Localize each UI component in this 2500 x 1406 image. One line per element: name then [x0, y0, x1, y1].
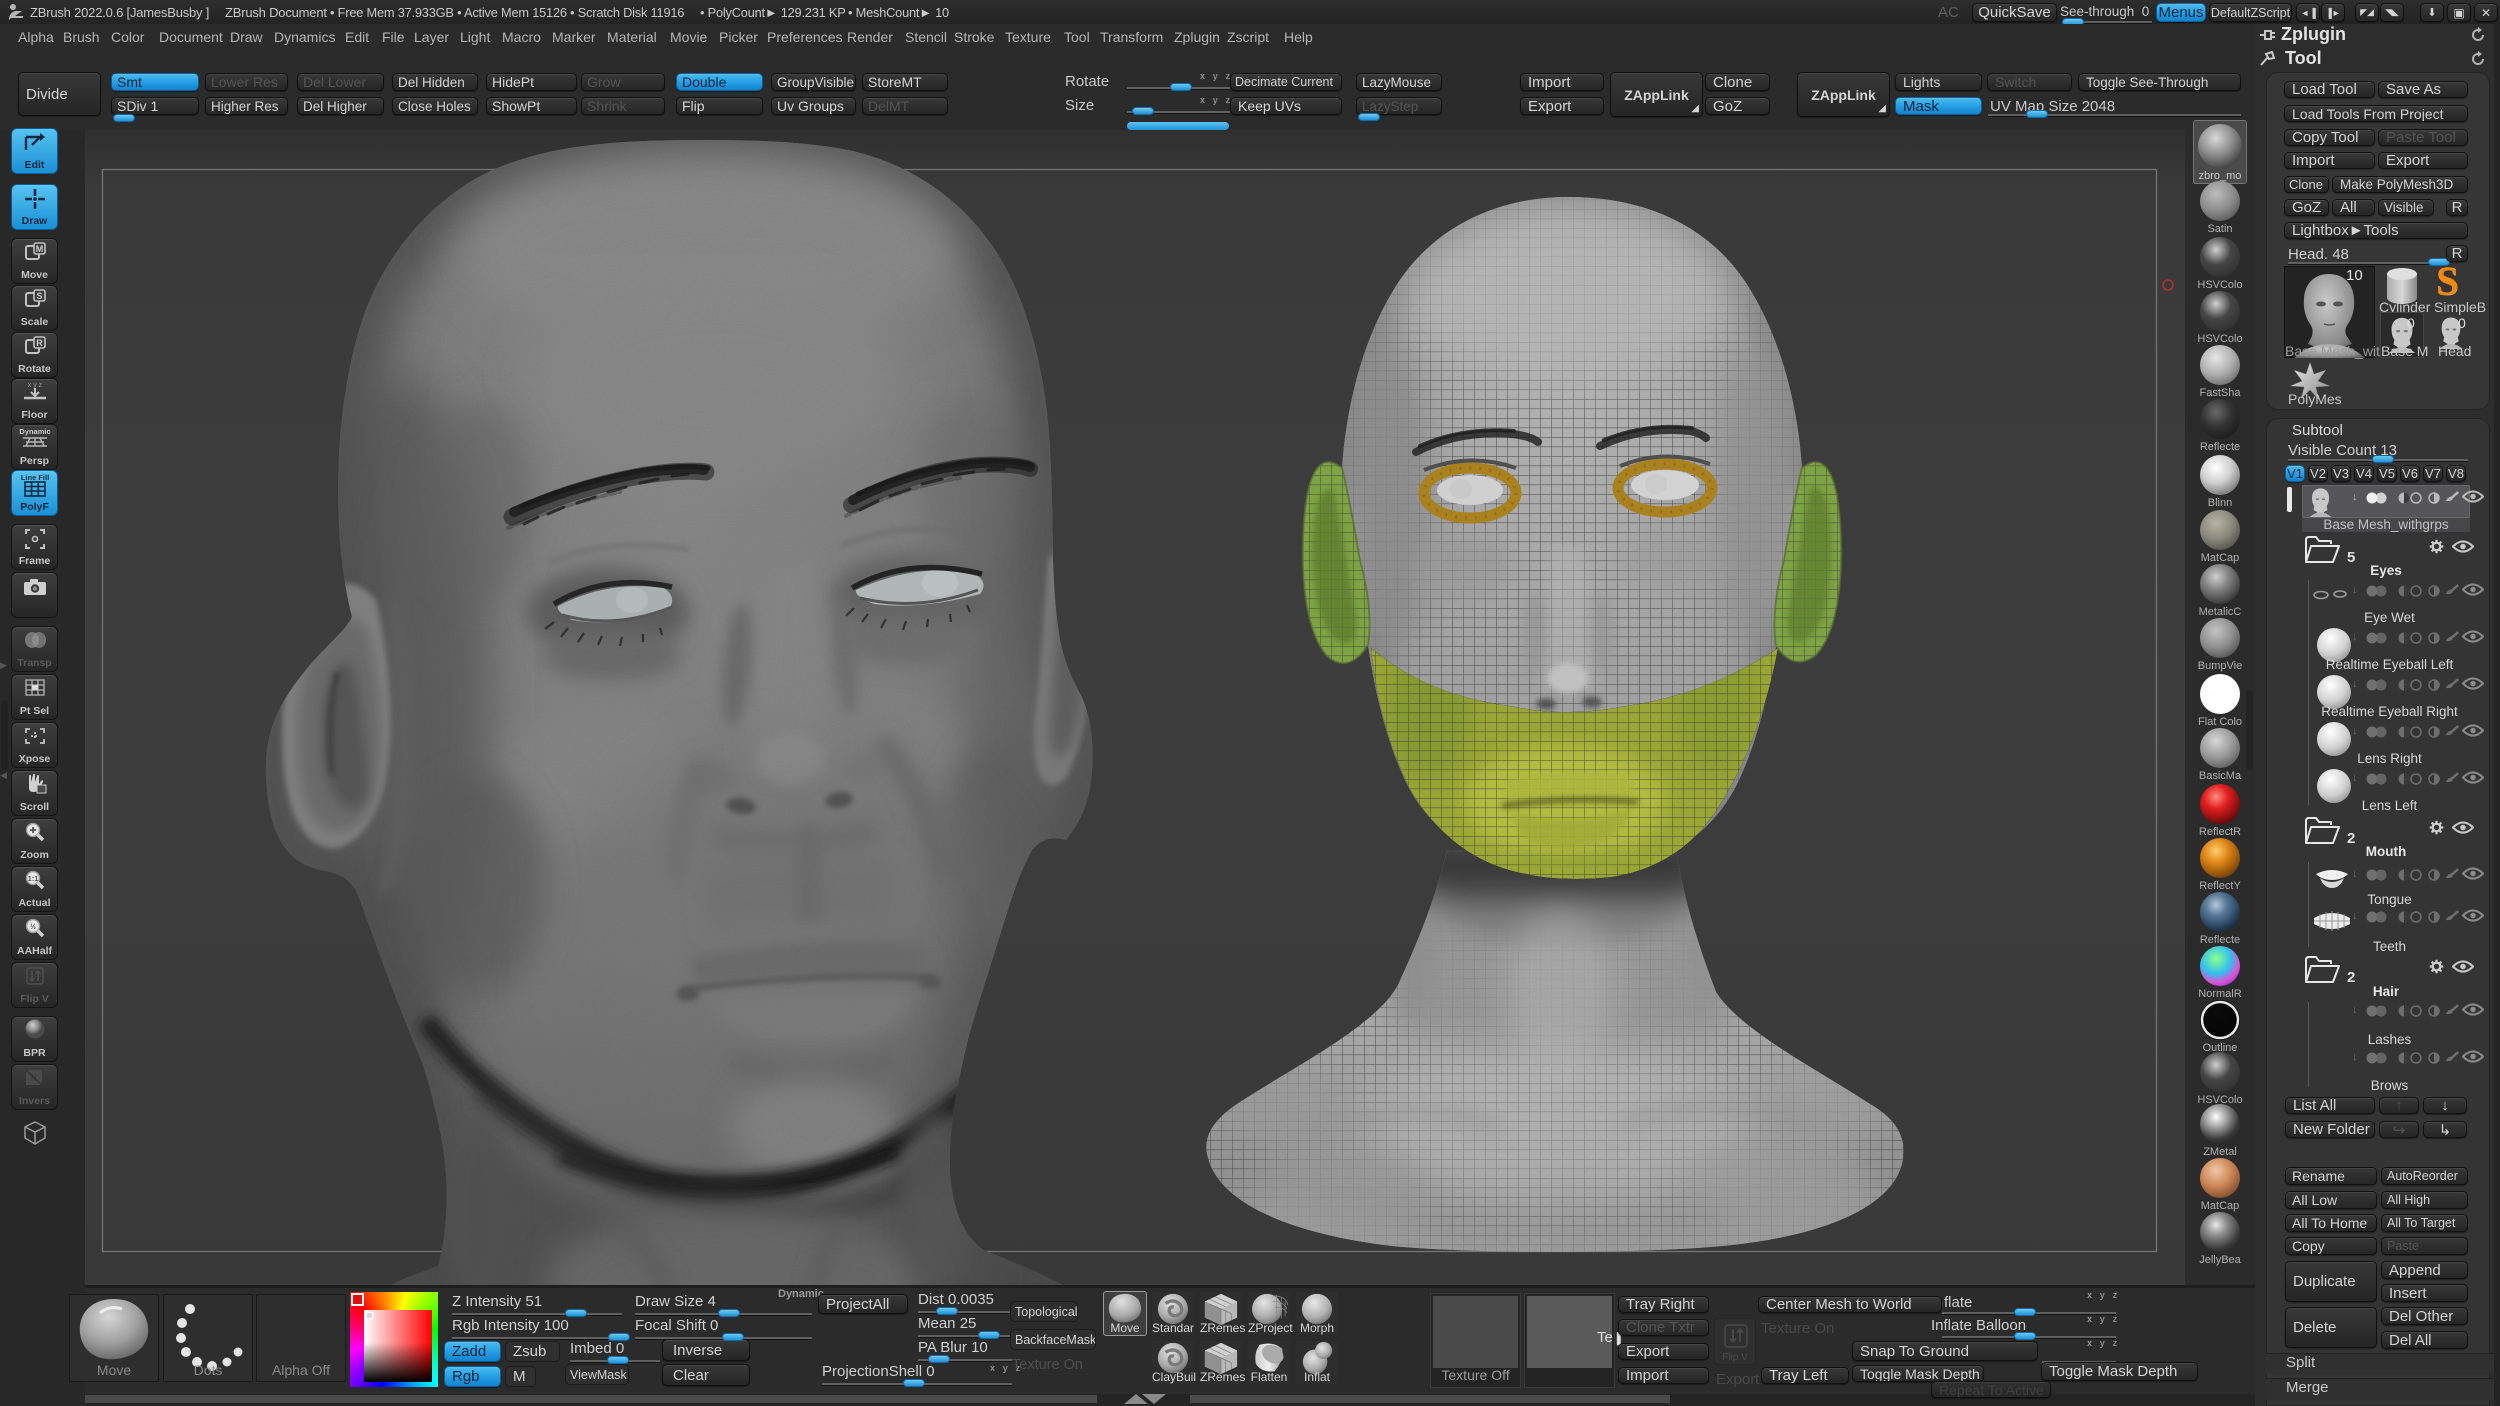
svg-text:N: N	[31, 1074, 37, 1083]
svg-text:Line Fill: Line Fill	[20, 473, 48, 482]
svg-text:M: M	[35, 244, 43, 254]
svg-text:x y z: x y z	[27, 382, 42, 389]
svg-text:R: R	[36, 338, 43, 348]
svg-text:Dynamic: Dynamic	[19, 427, 50, 436]
svg-text:S: S	[36, 291, 42, 301]
svg-text:1:1: 1:1	[27, 874, 38, 883]
svg-text:½: ½	[30, 923, 36, 931]
